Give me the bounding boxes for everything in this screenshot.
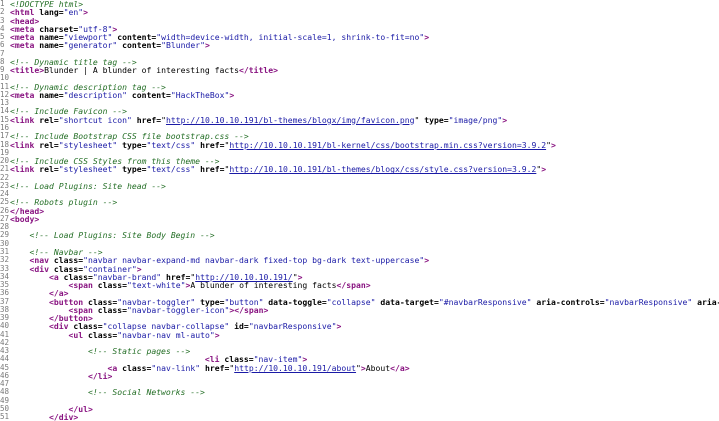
source-line: 26 </head> bbox=[0, 206, 719, 215]
source-line: 35 <span class="text-white">A blunder of… bbox=[0, 280, 719, 289]
source-line: 18 <link rel="stylesheet" type="text/css"… bbox=[0, 140, 719, 149]
source-line: 49 bbox=[0, 396, 719, 405]
source-line: 2 <html lang="en"> bbox=[0, 7, 719, 16]
line-number: 51 bbox=[0, 412, 10, 421]
source-line: 6 <meta name="generator" content="Blunder… bbox=[0, 41, 719, 50]
source-line: 48 <!-- Social Networks --> bbox=[0, 388, 719, 397]
line-code: <link rel="stylesheet" type="text/css" h… bbox=[10, 165, 546, 173]
line-code: <title>Blunder | A blunder of interestin… bbox=[10, 66, 278, 74]
source-line: 46 </li> bbox=[0, 371, 719, 380]
html-tag: </div> bbox=[48, 412, 79, 421]
source-line: 21 <link rel="stylesheet" type="text/css"… bbox=[0, 165, 719, 174]
source-line: 38 <span class="navbar-toggler-icon"></s… bbox=[0, 305, 719, 314]
source-line: 51 </div> bbox=[0, 413, 719, 421]
line-code: <body> bbox=[10, 215, 39, 223]
source-line: 27 <body> bbox=[0, 214, 719, 223]
line-code: <ul class="navbar-nav ml-auto"> bbox=[10, 330, 219, 339]
source-line: 30 bbox=[0, 239, 719, 248]
source-line: 1 <!DOCTYPE html> bbox=[0, 0, 719, 8]
source-viewer: 1 <!DOCTYPE html> 2 <html lang="en"> 3 <head>… bbox=[0, 0, 719, 421]
source-line: 12 <meta name="description" content="Hack… bbox=[0, 90, 719, 99]
line-code: <!-- Social Networks --> bbox=[10, 388, 205, 396]
line-code: <link rel="stylesheet" type="text/css" h… bbox=[10, 140, 556, 149]
line-code: <!-- Load Plugins: Site Body Begin --> bbox=[10, 231, 215, 239]
line-code: <meta name="description" content="HackTh… bbox=[10, 91, 234, 99]
line-code: </li> bbox=[10, 372, 112, 380]
source-line: 9 <title>Blunder | A blunder of interesti… bbox=[0, 65, 719, 74]
source-line: 15 <link rel="shortcut icon" href="http:/… bbox=[0, 115, 719, 124]
source-line: 29 <!-- Load Plugins: Site Body Begin --… bbox=[0, 231, 719, 240]
line-code: <link rel="shortcut icon" href="http://1… bbox=[10, 116, 507, 124]
source-line: 23 <!-- Load Plugins: Site head --> bbox=[0, 181, 719, 190]
line-code: <meta name="generator" content="Blunder"… bbox=[10, 41, 210, 49]
source-line: 25 <!-- Robots plugin --> bbox=[0, 198, 719, 207]
line-code: <!-- Load Plugins: Site head --> bbox=[10, 182, 166, 190]
source-line: 50 </ul> bbox=[0, 404, 719, 413]
source-line: 41 <ul class="navbar-nav ml-auto"> bbox=[0, 330, 719, 339]
line-code: </div> bbox=[10, 413, 78, 421]
